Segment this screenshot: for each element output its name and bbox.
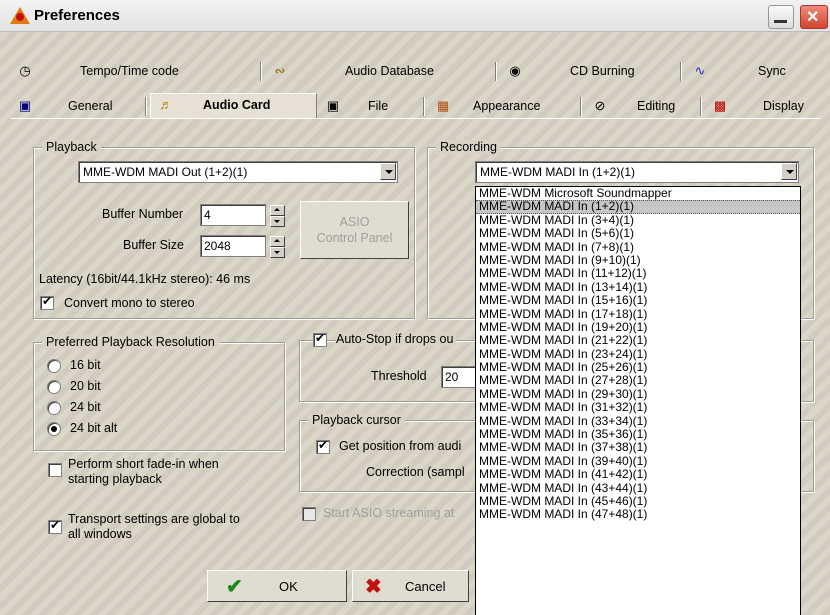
recording-group-title: Recording — [436, 140, 501, 154]
get-position-checkbox[interactable] — [316, 438, 330, 454]
title-bar[interactable]: Preferences — [0, 0, 830, 32]
recording-device-select[interactable]: MME-WDM MADI In (1+2)(1) — [475, 161, 799, 183]
resolution-option-label: 24 bit — [70, 400, 101, 414]
tab-row-2: ▣ General ♬ Audio Card ▣ File ▦ Appearan… — [10, 93, 820, 119]
list-item[interactable]: MME-WDM MADI In (5+6)(1) — [476, 226, 800, 240]
resolution-radio[interactable] — [47, 380, 61, 394]
edit-icon: ⊘ — [594, 98, 606, 113]
speaker-icon: ♬ — [159, 97, 173, 112]
asio-streaming-checkbox[interactable] — [302, 507, 316, 521]
monitor-icon: ▣ — [18, 98, 32, 113]
list-item[interactable]: MME-WDM MADI In (45+46)(1) — [476, 494, 800, 508]
tab-audio-card[interactable]: ♬ Audio Card — [150, 93, 317, 119]
list-item[interactable]: MME-WDM MADI In (43+44)(1) — [476, 481, 800, 495]
resolution-radio[interactable] — [47, 422, 61, 436]
list-item[interactable]: MME-WDM MADI In (7+8)(1) — [476, 240, 800, 254]
close-icon: ✖ — [365, 576, 382, 598]
resolution-option-label: 16 bit — [70, 358, 101, 372]
stepper-up-icon[interactable] — [270, 236, 285, 247]
cancel-button[interactable]: ✖ Cancel — [352, 570, 469, 602]
tab-display[interactable]: ▩ Display — [705, 95, 820, 118]
tab-tempo-timecode[interactable]: ◷ Tempo/Time code — [10, 60, 260, 83]
resolution-option-label: 24 bit alt — [70, 421, 118, 435]
resolution-option-label: 20 bit — [70, 379, 101, 393]
sync-icon: ∿ — [694, 63, 706, 78]
list-item[interactable]: MME-WDM MADI In (17+18)(1) — [476, 307, 800, 321]
display-icon: ▩ — [713, 98, 727, 113]
asio-streaming-label: Start ASIO streaming at — [323, 506, 455, 520]
autostop-label: Auto-Stop if drops ou — [336, 332, 457, 346]
resolution-radio[interactable] — [47, 359, 61, 373]
playback-group-title: Playback — [42, 140, 101, 154]
list-item[interactable]: MME-WDM MADI In (21+22)(1) — [476, 333, 800, 347]
recording-device-dropdown-list[interactable]: MME-WDM Microsoft Soundmapper MME-WDM MAD… — [475, 186, 801, 615]
playback-device-select[interactable]: MME-WDM MADI Out (1+2)(1) — [78, 161, 398, 183]
convert-mono-checkbox[interactable] — [40, 294, 54, 310]
list-item[interactable]: MME-WDM MADI In (39+40)(1) — [476, 454, 800, 468]
close-button[interactable] — [800, 5, 828, 29]
tab-file[interactable]: ▣ File — [318, 95, 423, 118]
palette-icon: ▦ — [436, 98, 450, 113]
tab-general[interactable]: ▣ General — [10, 95, 145, 118]
tab-row-1: ◷ Tempo/Time code ∾ Audio Database ◉ CD … — [10, 60, 820, 83]
tab-audio-database[interactable]: ∾ Audio Database — [265, 60, 495, 83]
ok-button[interactable]: ✔ OK — [207, 570, 347, 602]
list-item[interactable]: MME-WDM MADI In (27+28)(1) — [476, 374, 800, 388]
stepper-down-icon[interactable] — [270, 247, 285, 258]
list-item[interactable]: MME-WDM Microsoft Soundmapper — [476, 187, 800, 200]
list-item[interactable]: MME-WDM MADI In (11+12)(1) — [476, 266, 800, 280]
transport-global-label: Transport settings are global to all win… — [68, 512, 240, 541]
stepper-down-icon[interactable] — [270, 216, 285, 227]
list-item[interactable]: MME-WDM MADI In (9+10)(1) — [476, 253, 800, 267]
list-item[interactable]: MME-WDM MADI In (3+4)(1) — [476, 213, 800, 227]
list-item[interactable]: MME-WDM MADI In (35+36)(1) — [476, 427, 800, 441]
fade-in-label: Perform short fade-in when starting play… — [68, 457, 219, 486]
list-item[interactable]: MME-WDM MADI In (13+14)(1) — [476, 280, 800, 294]
list-item[interactable]: MME-WDM MADI In (25+26)(1) — [476, 360, 800, 374]
get-position-label: Get position from audi — [339, 439, 462, 453]
fade-in-checkbox[interactable] — [48, 463, 62, 477]
list-item[interactable]: MME-WDM MADI In (29+30)(1) — [476, 387, 800, 401]
minimize-button[interactable] — [768, 5, 794, 29]
cd-icon: ◉ — [509, 63, 521, 78]
floppy-icon: ▣ — [326, 98, 340, 113]
asio-control-panel-button[interactable]: ASIO Control Panel — [300, 201, 409, 259]
list-item[interactable]: MME-WDM MADI In (15+16)(1) — [476, 293, 800, 307]
list-item[interactable]: MME-WDM MADI In (23+24)(1) — [476, 347, 800, 361]
resolution-group-title: Preferred Playback Resolution — [42, 335, 219, 349]
buffer-size-stepper[interactable]: 2048 — [200, 235, 285, 258]
chevron-down-icon[interactable] — [781, 163, 797, 180]
list-item[interactable]: MME-WDM MADI In (1+2)(1) — [476, 200, 800, 214]
tab-appearance[interactable]: ▦ Appearance — [428, 95, 580, 118]
buffer-number-label: Buffer Number — [102, 207, 184, 221]
list-item[interactable]: MME-WDM MADI In (19+20)(1) — [476, 320, 800, 334]
autostop-checkbox[interactable] — [313, 331, 327, 347]
list-item[interactable]: MME-WDM MADI In (33+34)(1) — [476, 414, 800, 428]
transport-global-checkbox[interactable] — [48, 518, 62, 534]
convert-mono-label: Convert mono to stereo — [64, 296, 195, 310]
tab-sync[interactable]: ∿ Sync — [685, 60, 815, 83]
list-item[interactable]: MME-WDM MADI In (37+38)(1) — [476, 441, 800, 455]
list-item[interactable]: MME-WDM MADI In (31+32)(1) — [476, 400, 800, 414]
list-item[interactable]: MME-WDM MADI In (47+48)(1) — [476, 507, 800, 521]
correction-label: Correction (sampl — [366, 465, 465, 479]
playback-cursor-title: Playback cursor — [308, 413, 405, 427]
resolution-radio[interactable] — [47, 401, 61, 415]
tab-editing[interactable]: ⊘ Editing — [585, 95, 700, 118]
checkmark-icon: ✔ — [226, 576, 243, 598]
threshold-label: Threshold — [371, 369, 427, 383]
tab-cd-burning[interactable]: ◉ CD Burning — [500, 60, 680, 83]
database-icon: ∾ — [274, 63, 286, 78]
preferences-window: Preferences ◷ Tempo/Time code ∾ Audio Da… — [0, 0, 830, 615]
stepper-up-icon[interactable] — [270, 205, 285, 216]
latency-text: Latency (16bit/44.1kHz stereo): 46 ms — [39, 272, 251, 286]
window-title: Preferences — [34, 7, 120, 24]
buffer-number-stepper[interactable]: 4 — [200, 204, 285, 227]
clock-icon: ◷ — [19, 63, 31, 78]
chevron-down-icon[interactable] — [380, 163, 396, 180]
app-logo-icon — [10, 7, 30, 24]
list-item[interactable]: MME-WDM MADI In (41+42)(1) — [476, 467, 800, 481]
buffer-size-label: Buffer Size — [123, 238, 184, 252]
